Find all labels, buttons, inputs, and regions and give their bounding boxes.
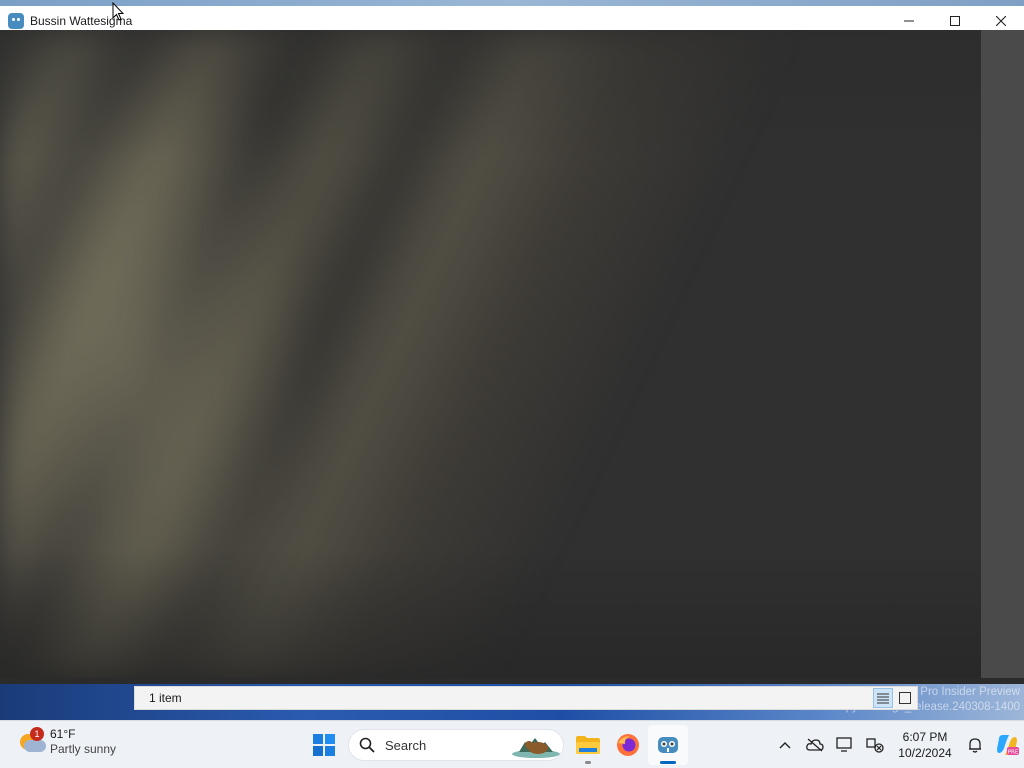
folder-icon bbox=[576, 736, 600, 754]
firefox-icon bbox=[617, 734, 639, 756]
firefox-button[interactable] bbox=[608, 725, 648, 765]
search-icon bbox=[359, 737, 375, 753]
onedrive-button[interactable] bbox=[800, 725, 830, 765]
network-button[interactable] bbox=[860, 725, 890, 765]
view-toggles bbox=[873, 688, 915, 708]
details-view-icon bbox=[877, 693, 889, 704]
clock-time: 6:07 PM bbox=[902, 730, 948, 744]
monitor-icon bbox=[836, 737, 852, 752]
watermark-line-1: Pro Insider Preview bbox=[920, 686, 1020, 698]
item-count: 1 item bbox=[149, 691, 182, 705]
network-disconnected-icon bbox=[866, 738, 884, 753]
notification-badge: 1 bbox=[30, 727, 44, 741]
godot-icon bbox=[658, 737, 678, 753]
maximize-icon bbox=[950, 16, 960, 26]
game-viewport[interactable] bbox=[0, 30, 981, 678]
godot-button[interactable] bbox=[648, 725, 688, 765]
weather-temperature: 61°F bbox=[50, 727, 76, 741]
mouse-cursor-icon bbox=[112, 2, 124, 21]
start-button[interactable] bbox=[304, 725, 344, 765]
clock[interactable]: 6:07 PM 10/2/2024 bbox=[890, 729, 960, 761]
godot-app-icon bbox=[8, 13, 24, 29]
system-tray: 6:07 PM 10/2/2024 PRE bbox=[770, 725, 1024, 765]
cloud-offline-icon bbox=[806, 738, 824, 752]
svg-text:PRE: PRE bbox=[1008, 750, 1019, 756]
weather-condition: Partly sunny bbox=[50, 742, 117, 756]
file-explorer-button[interactable] bbox=[568, 725, 608, 765]
clock-date: 10/2/2024 bbox=[898, 746, 952, 760]
copilot-icon: PRE bbox=[997, 735, 1019, 756]
chevron-up-icon bbox=[779, 742, 791, 749]
taskbar: 1 61°F Partly sunny Search 6:07 PM 10/2/… bbox=[0, 720, 1024, 768]
explorer-status-bar: 1 item bbox=[134, 686, 918, 710]
right-side-panel bbox=[981, 30, 1024, 678]
details-view-button[interactable] bbox=[873, 688, 893, 708]
search-box[interactable]: Search bbox=[348, 729, 564, 761]
taskbar-center: Search bbox=[304, 725, 688, 765]
show-hidden-icons-button[interactable] bbox=[770, 725, 800, 765]
display-button[interactable] bbox=[830, 725, 860, 765]
weather-widget[interactable]: 1 61°F Partly sunny bbox=[18, 727, 116, 757]
large-icons-view-button[interactable] bbox=[895, 688, 915, 708]
large-icons-view-icon bbox=[899, 692, 911, 704]
bell-icon bbox=[969, 738, 981, 753]
search-label: Search bbox=[385, 737, 427, 753]
search-highlight-bear-icon bbox=[512, 738, 560, 758]
windows-logo-icon bbox=[313, 734, 335, 756]
notifications-button[interactable] bbox=[960, 725, 990, 765]
partly-sunny-icon: 1 bbox=[18, 727, 46, 756]
minimize-icon bbox=[904, 20, 914, 22]
copilot-button[interactable]: PRE bbox=[990, 725, 1024, 765]
close-icon bbox=[996, 16, 1006, 26]
